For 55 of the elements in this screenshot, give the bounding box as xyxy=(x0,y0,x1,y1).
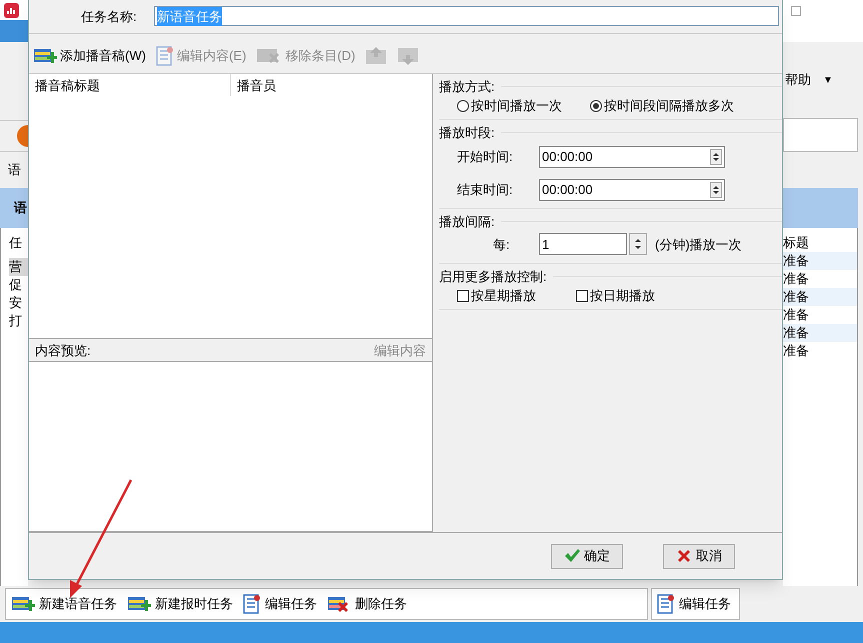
task-row[interactable]: 营 xyxy=(9,258,28,276)
toolbar-button[interactable]: 编辑任务 xyxy=(657,594,731,614)
section-label: 播放时段: xyxy=(439,124,495,142)
preview-label: 内容预览: xyxy=(35,342,91,360)
toolbar-button[interactable]: 新建语音任务 xyxy=(11,594,117,614)
ok-button[interactable]: 确定 xyxy=(551,544,623,569)
maximize-icon[interactable] xyxy=(791,6,801,16)
time-field[interactable]: 00:00:00 xyxy=(539,178,725,201)
time-field[interactable]: 00:00:00 xyxy=(539,146,725,168)
section-label: 播放间隔: xyxy=(439,212,495,231)
radio-option[interactable]: 按时间播放一次 xyxy=(457,96,562,116)
toolbar-button[interactable]: 新建报时任务 xyxy=(127,594,233,614)
spinner-icon[interactable] xyxy=(710,182,722,198)
table-cell: 准备 xyxy=(783,324,857,342)
checkbox-option[interactable]: 按星期播放 xyxy=(457,286,536,306)
delete-list-icon xyxy=(327,595,351,613)
field-label: 每: xyxy=(493,236,511,254)
toolbar-button[interactable]: 编辑任务 xyxy=(243,594,317,614)
toolbar-button[interactable]: 添加播音稿(W) xyxy=(33,46,146,66)
selection-highlight xyxy=(0,20,28,42)
tab-label: 语 xyxy=(8,161,21,180)
column-header[interactable]: 播音员 xyxy=(231,74,432,96)
document-list-icon xyxy=(156,46,174,66)
field-label: 开始时间: xyxy=(457,148,514,166)
add-list-icon xyxy=(11,595,35,613)
document-list-icon xyxy=(657,594,675,614)
document-list-icon xyxy=(243,594,261,614)
cancel-button[interactable]: 取消 xyxy=(663,544,735,569)
column-header: 任 xyxy=(9,234,22,252)
add-list-icon xyxy=(33,46,57,65)
spinner-icon[interactable] xyxy=(629,233,647,256)
add-list-icon xyxy=(127,595,151,613)
toolbar-button[interactable]: 删除任务 xyxy=(327,594,407,614)
unit-label: (分钟)播放一次 xyxy=(655,236,742,254)
field-label: 任务名称: xyxy=(81,8,138,26)
radio-option[interactable]: 按时间段间隔播放多次 xyxy=(590,96,734,116)
spinner-icon[interactable] xyxy=(710,148,722,165)
table-cell: 准备 xyxy=(783,288,857,306)
checkbox-option[interactable]: 按日期播放 xyxy=(576,286,655,306)
panel-title: 语 xyxy=(14,199,27,218)
field-label: 结束时间: xyxy=(457,181,514,200)
check-icon xyxy=(564,548,580,564)
input-field[interactable] xyxy=(783,118,858,152)
column-header[interactable]: 播音稿标题 xyxy=(29,74,231,96)
section-label: 启用更多播放控制: xyxy=(439,268,547,286)
move-down-icon xyxy=(397,46,420,66)
column-header: 标题 xyxy=(783,234,809,252)
table-cell: 准备 xyxy=(783,252,857,270)
app-logo-icon xyxy=(4,2,19,18)
help-menu[interactable]: 帮助 xyxy=(785,70,811,90)
section-label: 播放方式: xyxy=(439,78,495,96)
interval-field[interactable]: 1 xyxy=(539,233,627,256)
caret-icon[interactable]: ▼ xyxy=(823,72,833,88)
close-icon xyxy=(676,548,692,564)
move-up-icon xyxy=(365,46,388,66)
